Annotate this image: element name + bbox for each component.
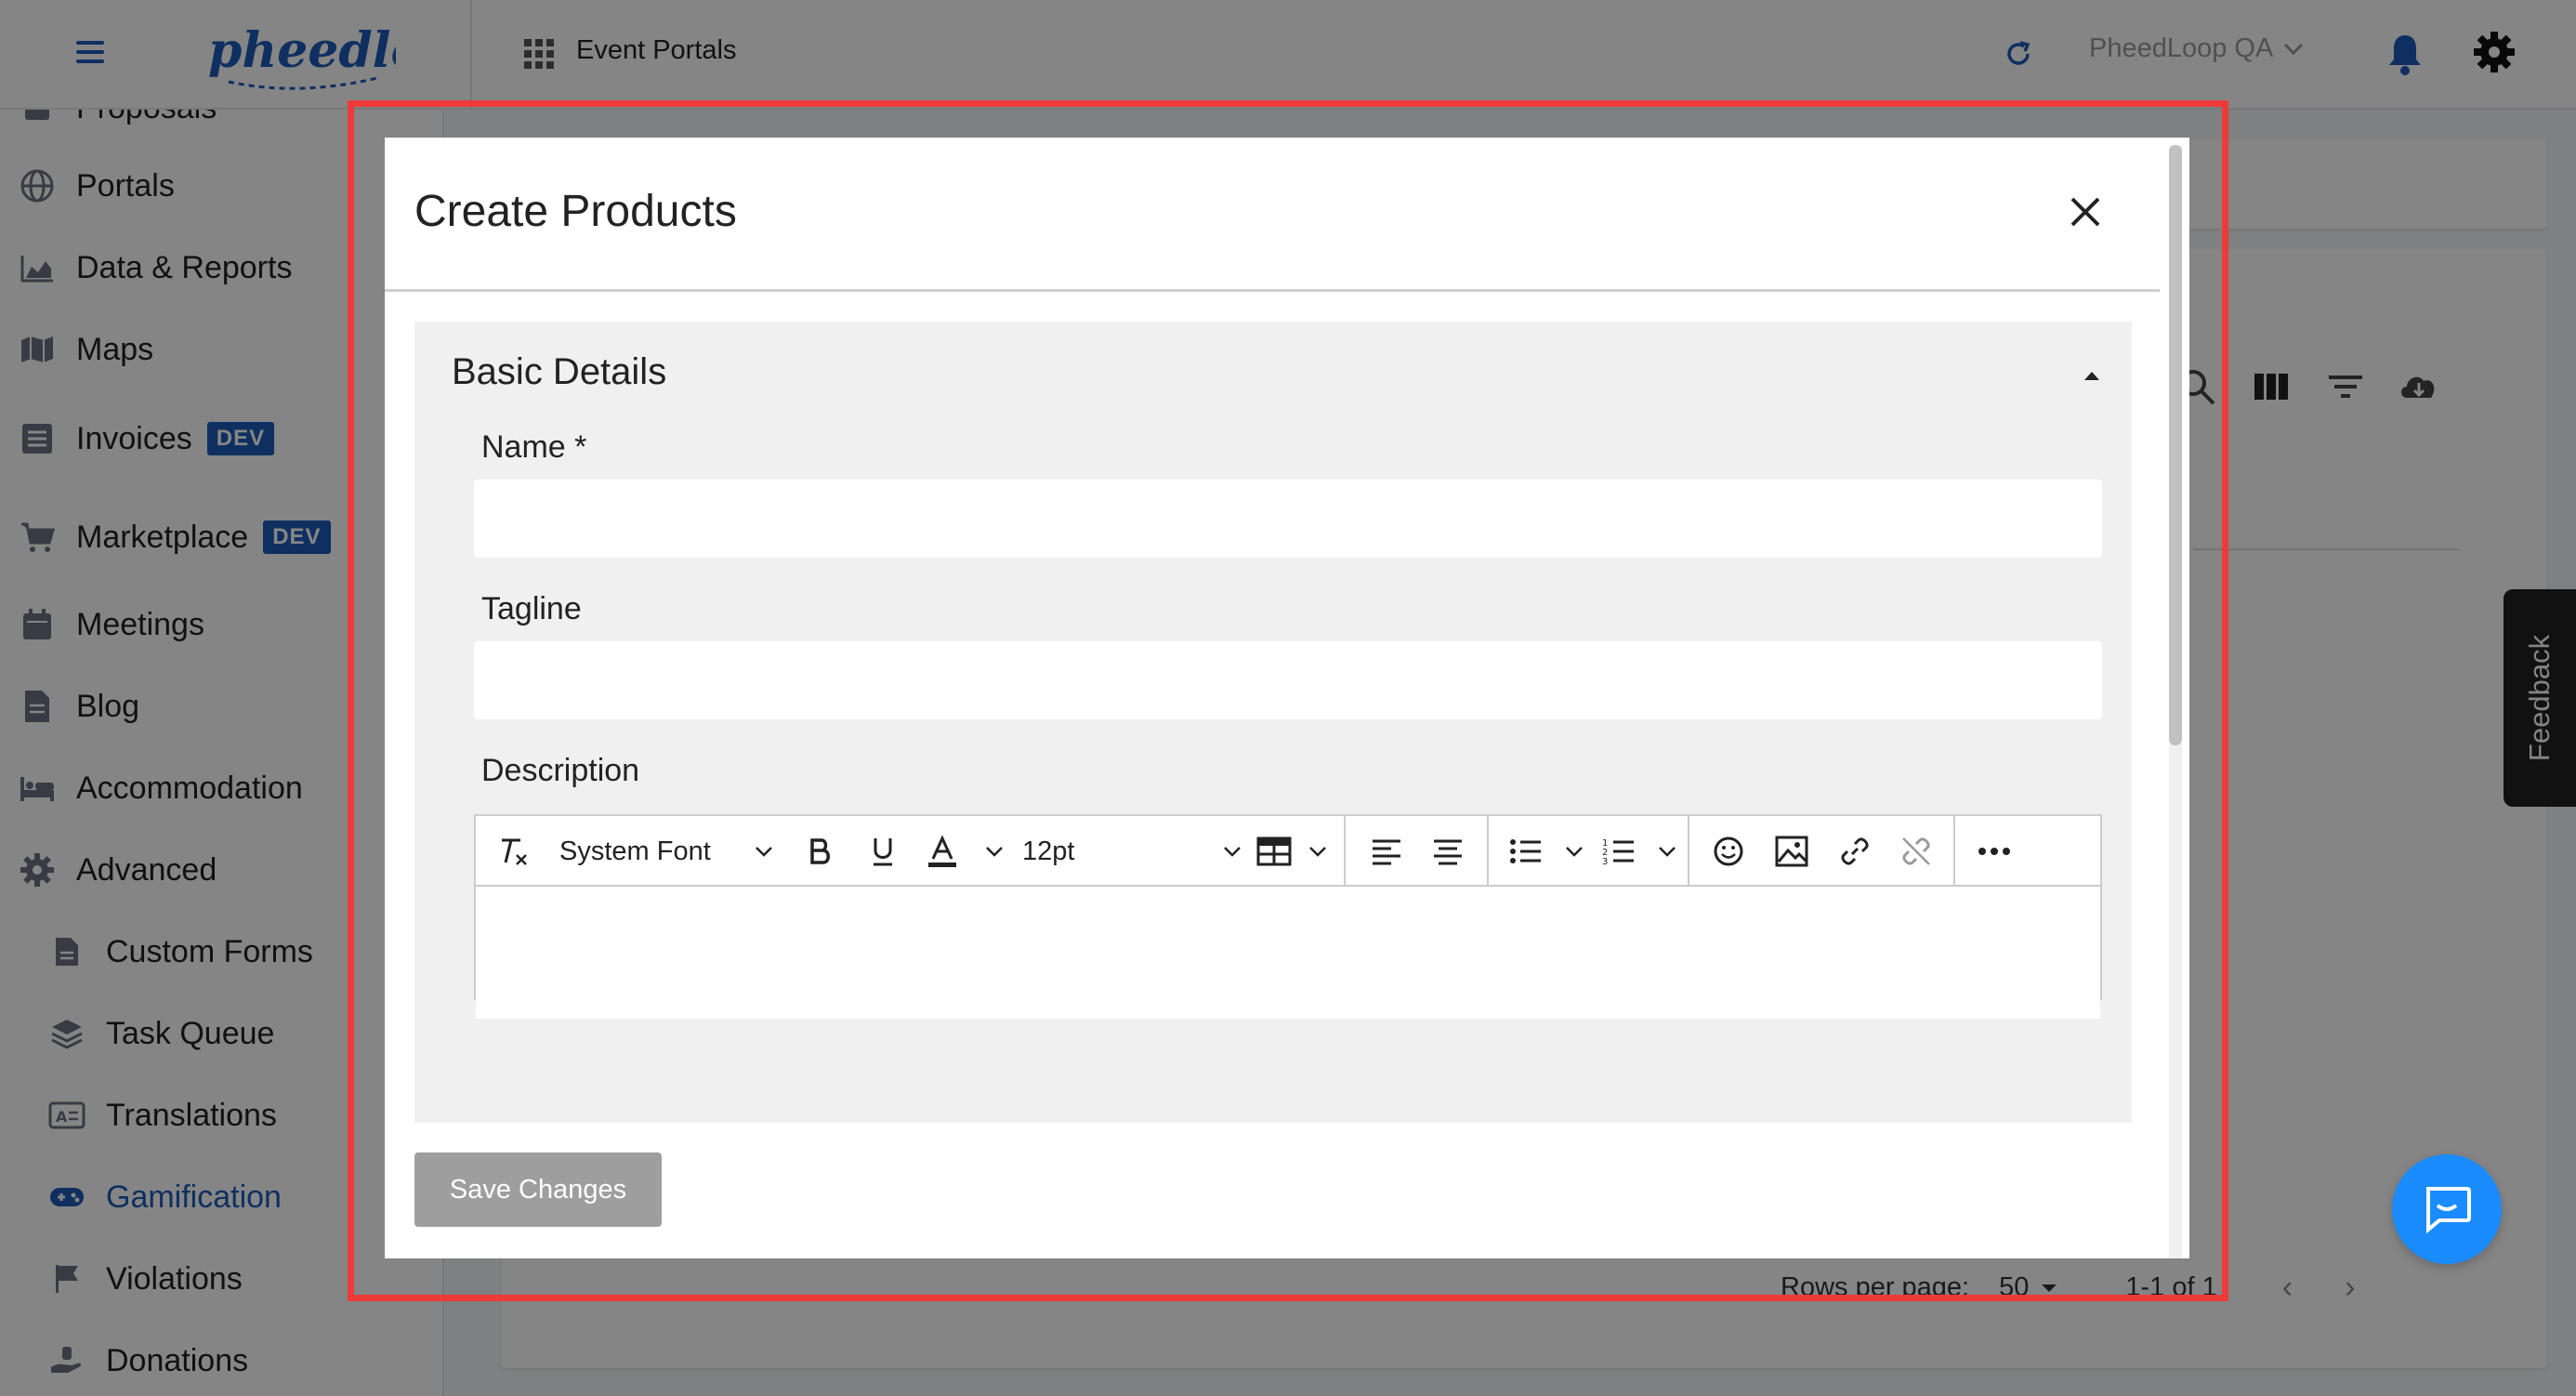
chat-bubble-icon bbox=[2426, 1187, 2471, 1233]
highlight-frame bbox=[348, 100, 2228, 1301]
chat-launcher-button[interactable] bbox=[2392, 1154, 2502, 1264]
